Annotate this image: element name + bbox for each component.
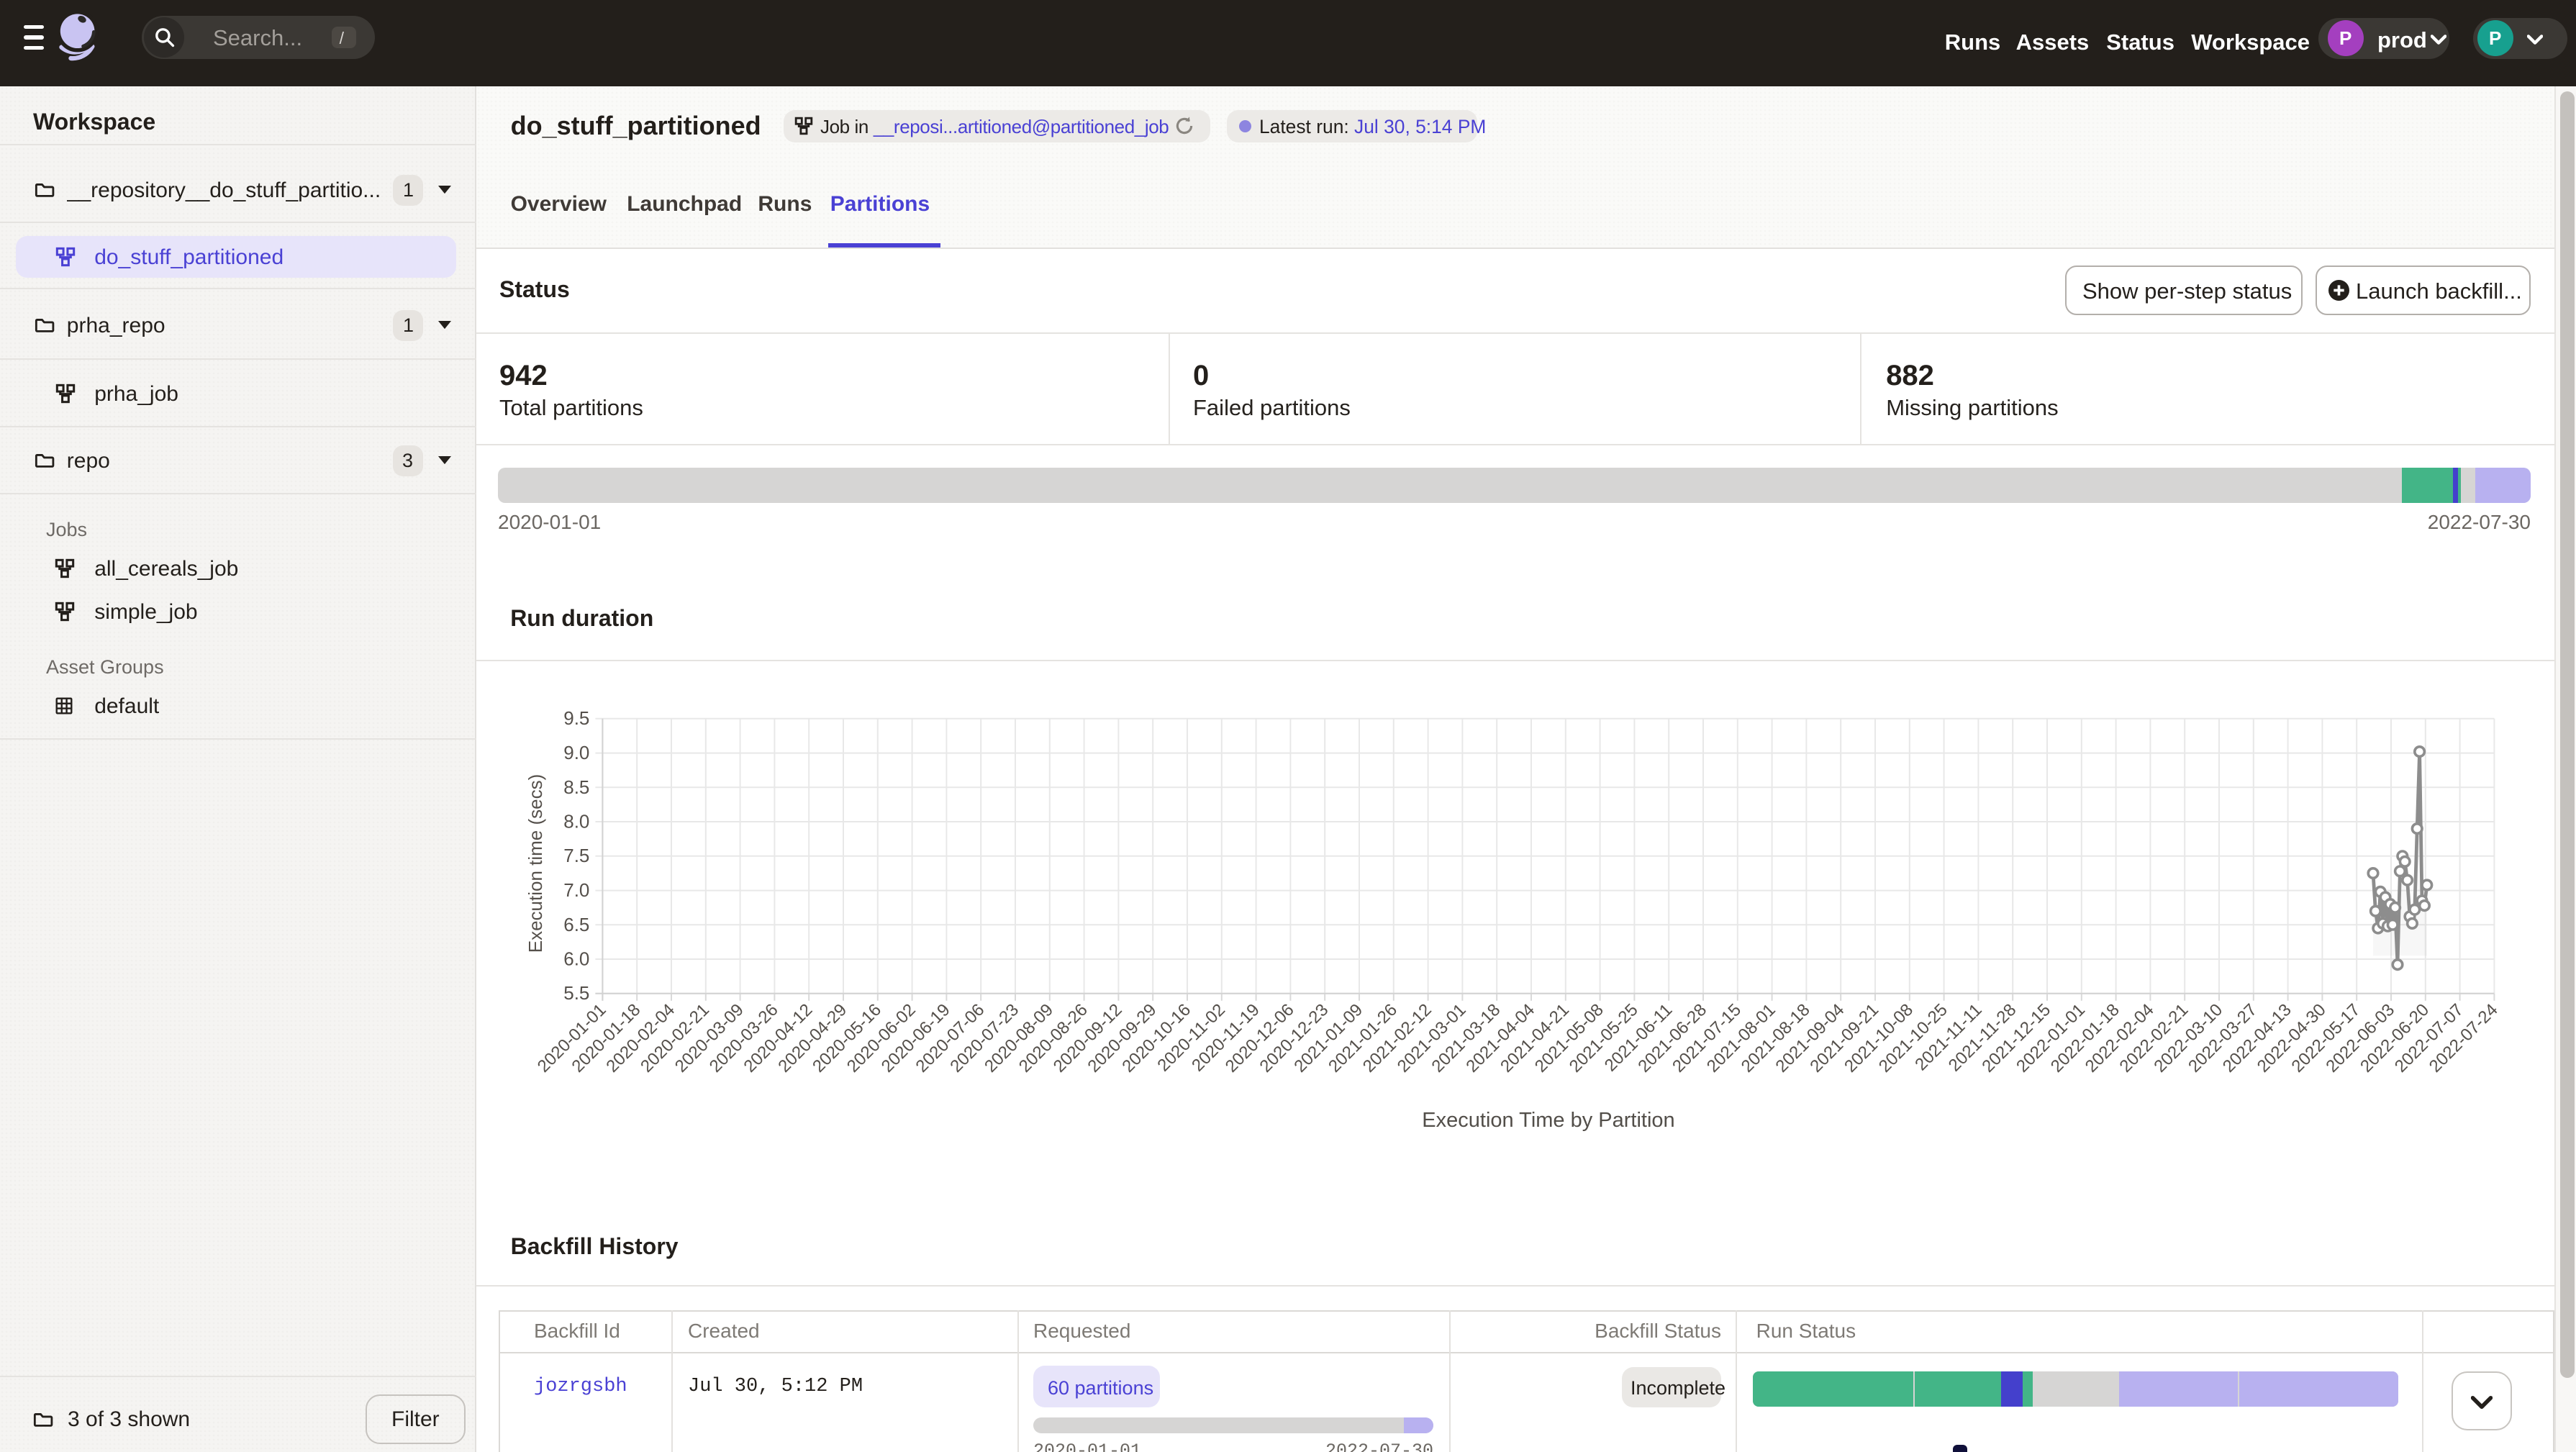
svg-text:7.0: 7.0 [563,879,589,901]
svg-text:Execution Time by Partition: Execution Time by Partition [1422,1109,1674,1132]
svg-text:9.5: 9.5 [563,707,589,729]
svg-text:5.5: 5.5 [563,982,589,1004]
svg-text:8.0: 8.0 [563,810,589,832]
svg-text:7.5: 7.5 [563,845,589,866]
svg-text:8.5: 8.5 [563,776,589,798]
svg-text:Execution time (secs): Execution time (secs) [525,774,546,953]
svg-text:6.5: 6.5 [563,914,589,935]
svg-text:9.0: 9.0 [563,742,589,763]
svg-text:6.0: 6.0 [563,948,589,969]
